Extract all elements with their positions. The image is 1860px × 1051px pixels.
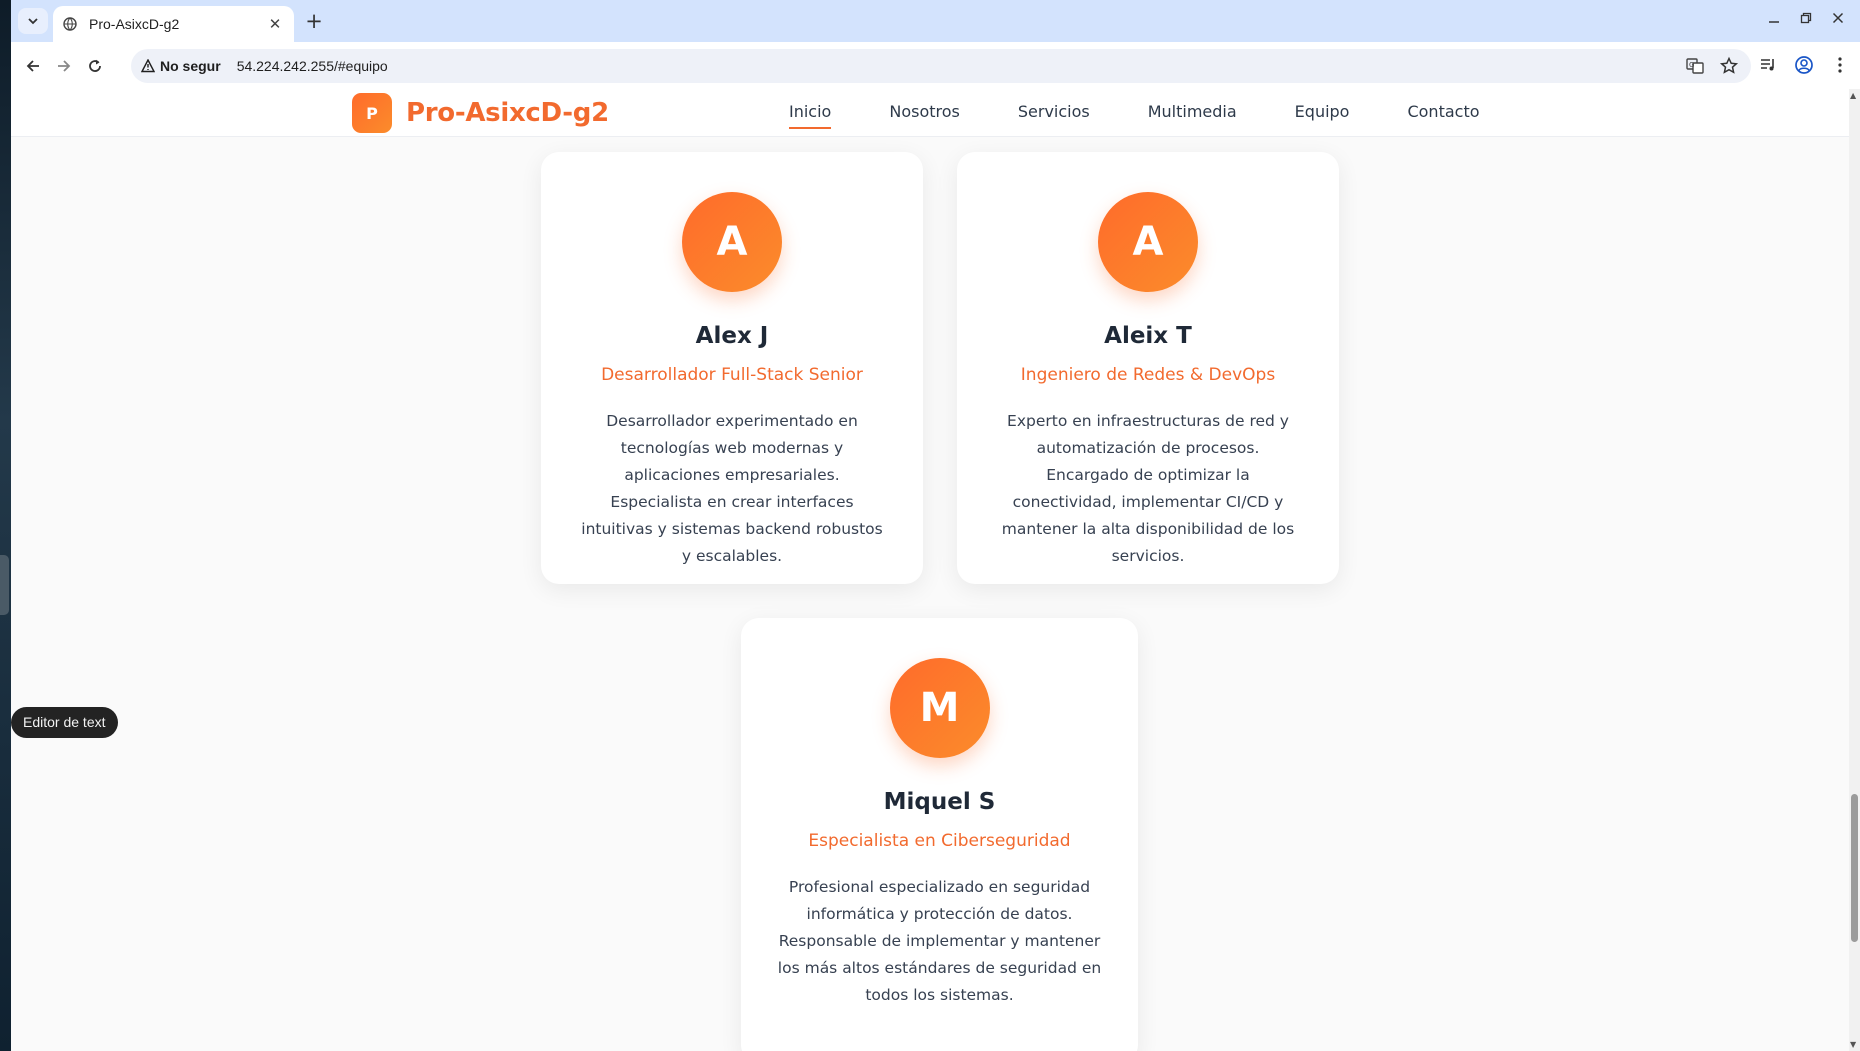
- window-controls: [1766, 10, 1846, 26]
- member-name: Aleix T: [1104, 323, 1192, 349]
- scrollbar-thumb[interactable]: [1851, 794, 1858, 942]
- nav-link-multimedia[interactable]: Multimedia: [1148, 102, 1237, 129]
- restore-icon[interactable]: [1798, 10, 1814, 26]
- arrow-right-icon: [58, 60, 71, 72]
- new-tab-button[interactable]: +: [301, 9, 327, 35]
- member-name: Alex J: [695, 323, 769, 349]
- browser-tab[interactable]: Pro-AsixcD-g2 ✕: [53, 6, 294, 42]
- media-control-icon[interactable]: [1756, 53, 1780, 77]
- browser-toolbar: No segur 54.224.242.255/#equipo G: [11, 42, 1860, 89]
- reload-button[interactable]: [82, 53, 108, 79]
- desktop-background: [0, 0, 11, 1051]
- nav-link-nosotros[interactable]: Nosotros: [889, 102, 960, 129]
- member-bio: Desarrollador experimentado en tecnologí…: [581, 412, 883, 565]
- bookmark-star-icon[interactable]: [1719, 56, 1739, 76]
- team-card: A Alex J Desarrollador Full-Stack Senior…: [541, 152, 923, 584]
- dock-tooltip: Editor de text: [11, 707, 118, 738]
- member-role: Especialista en Ciberseguridad: [808, 831, 1071, 851]
- tab-strip: Pro-AsixcD-g2 ✕ +: [11, 0, 1860, 42]
- chevron-down-icon: [28, 18, 38, 25]
- member-bio: Experto en infraestructuras de red y aut…: [1001, 412, 1295, 565]
- minimize-icon[interactable]: [1766, 10, 1782, 26]
- warning-icon: [141, 59, 155, 73]
- svg-text:G: G: [1689, 61, 1694, 69]
- arrow-left-icon: [26, 60, 39, 72]
- tab-title: Pro-AsixcD-g2: [89, 16, 180, 32]
- menu-kebab-icon[interactable]: [1828, 53, 1852, 77]
- avatar: A: [1098, 192, 1198, 292]
- security-chip[interactable]: No segur: [141, 58, 221, 74]
- dock-handle[interactable]: [0, 555, 9, 615]
- member-role: Desarrollador Full-Stack Senior: [601, 365, 863, 385]
- brand[interactable]: P Pro-AsixcD-g2: [352, 93, 609, 133]
- nav-link-equipo[interactable]: Equipo: [1295, 102, 1350, 129]
- nav-link-inicio[interactable]: Inicio: [789, 102, 832, 129]
- back-button[interactable]: [20, 53, 46, 79]
- page-viewport: P Pro-AsixcD-g2 Inicio Nosotros Servicio…: [11, 89, 1849, 1051]
- translate-icon[interactable]: G: [1685, 56, 1705, 76]
- member-name: Miquel S: [883, 789, 996, 815]
- security-label: No segur: [160, 58, 221, 74]
- scroll-down-icon[interactable]: ▼: [1850, 1040, 1856, 1049]
- close-window-icon[interactable]: [1830, 10, 1846, 26]
- brand-name: Pro-AsixcD-g2: [406, 98, 609, 128]
- nav-link-contacto[interactable]: Contacto: [1407, 102, 1479, 129]
- omnibox-actions: G: [1685, 56, 1739, 76]
- main-nav: Inicio Nosotros Servicios Multimedia Equ…: [789, 102, 1538, 129]
- avatar: M: [889, 658, 990, 758]
- team-card: M Miquel S Especialista en Cibersegurida…: [741, 618, 1138, 1051]
- browser-window: Pro-AsixcD-g2 ✕ + No segur 54.224.242.25…: [11, 0, 1860, 1051]
- scroll-up-icon[interactable]: ▲: [1850, 91, 1856, 100]
- page-scrollbar[interactable]: ▲ ▼: [1849, 89, 1860, 1051]
- avatar: A: [682, 192, 782, 292]
- globe-icon: [63, 17, 77, 31]
- tab-search-button[interactable]: [18, 8, 48, 34]
- nav-link-servicios[interactable]: Servicios: [1018, 102, 1090, 129]
- reload-icon: [89, 59, 101, 72]
- profile-icon[interactable]: [1792, 53, 1816, 77]
- member-bio: Profesional especializado en seguridad i…: [777, 878, 1102, 1004]
- brand-logo: P: [352, 93, 392, 133]
- site-header: P Pro-AsixcD-g2 Inicio Nosotros Servicio…: [11, 89, 1849, 137]
- forward-button[interactable]: [51, 53, 77, 79]
- url-text[interactable]: 54.224.242.255/#equipo: [237, 58, 388, 74]
- toolbar-actions: [1756, 53, 1852, 77]
- member-role: Ingeniero de Redes & DevOps: [1020, 365, 1276, 385]
- close-tab-icon[interactable]: ✕: [266, 15, 284, 33]
- address-bar[interactable]: No segur 54.224.242.255/#equipo G: [131, 49, 1751, 83]
- team-card: A Aleix T Ingeniero de Redes & DevOps Ex…: [957, 152, 1339, 584]
